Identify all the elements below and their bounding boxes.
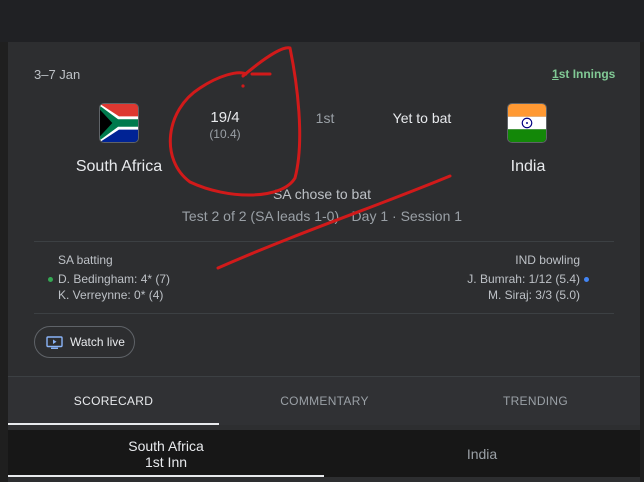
current-bowler-dot-icon — [584, 277, 589, 282]
tv-play-icon — [46, 335, 63, 349]
top-bar — [0, 0, 644, 42]
tab-trending[interactable]: TRENDING — [430, 377, 641, 425]
tab-scorecard[interactable]: SCORECARD — [8, 377, 219, 425]
innings-tab-south-africa[interactable]: South Africa 1st Inn — [8, 430, 324, 477]
divider — [34, 241, 614, 242]
innings-link[interactable]: 1st Innings — [552, 67, 615, 81]
toss-status: SA chose to bat — [272, 186, 372, 202]
watch-live-button[interactable]: Watch live — [34, 326, 135, 358]
south-africa-flag-icon — [99, 103, 139, 143]
series-status: Test 2 of 2 (SA leads 1-0) · Day 1 · Ses… — [181, 208, 463, 224]
bowling-label: IND bowling — [515, 253, 580, 267]
innings-tab-team: South Africa — [128, 437, 204, 454]
bowler-2: M. Siraj: 3/3 (5.0) — [487, 288, 580, 302]
on-strike-dot-icon — [48, 277, 53, 282]
home-overs: (10.4) — [209, 127, 241, 141]
home-score: 19/4 — [210, 109, 240, 126]
innings-tab-team: India — [466, 445, 498, 462]
away-status: Yet to bat — [392, 110, 452, 126]
batter-1: D. Bedingham: 4* (7) — [58, 272, 171, 286]
innings-tab-india[interactable]: India — [324, 430, 640, 477]
batting-label: SA batting — [58, 253, 113, 267]
innings-tab-innings: 1st Inn — [144, 453, 188, 470]
match-tabs: SCORECARD COMMENTARY TRENDING — [8, 376, 640, 425]
watch-live-label: Watch live — [70, 335, 125, 349]
tab-commentary[interactable]: COMMENTARY — [219, 377, 430, 425]
bowler-1: J. Bumrah: 1/12 (5.4) — [467, 272, 580, 286]
match-date: 3–7 Jan — [34, 67, 81, 82]
innings-link-first: 1 — [552, 67, 559, 81]
innings-link-rest: st Innings — [558, 67, 616, 81]
home-team-name: South Africa — [75, 158, 163, 175]
innings-tabs: South Africa 1st Inn India — [8, 430, 640, 477]
away-team-name: India — [510, 158, 546, 175]
divider — [34, 313, 614, 314]
innings-number: 1st — [315, 110, 335, 126]
india-flag-icon — [507, 103, 547, 143]
batter-2: K. Verreynne: 0* (4) — [58, 288, 164, 302]
